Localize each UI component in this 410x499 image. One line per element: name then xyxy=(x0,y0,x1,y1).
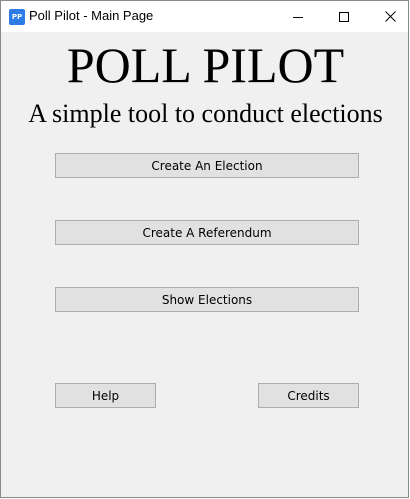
maximize-icon xyxy=(339,11,349,22)
minimize-button[interactable] xyxy=(275,1,321,32)
close-icon xyxy=(384,11,396,22)
window-title: Poll Pilot - Main Page xyxy=(29,8,154,23)
credits-button[interactable]: Credits xyxy=(258,383,359,408)
main-window: PP Poll Pilot - Main Page POLL PILOT A s… xyxy=(0,0,409,498)
show-elections-button[interactable]: Show Elections xyxy=(55,287,359,312)
minimize-icon xyxy=(293,16,303,18)
page-title: POLL PILOT xyxy=(66,37,345,93)
help-button[interactable]: Help xyxy=(55,383,156,408)
create-election-button[interactable]: Create An Election xyxy=(55,153,359,178)
page-subtitle: A simple tool to conduct elections xyxy=(28,99,383,128)
create-referendum-button[interactable]: Create A Referendum xyxy=(55,220,359,245)
close-button[interactable] xyxy=(367,1,408,32)
title-bar[interactable]: PP Poll Pilot - Main Page xyxy=(1,1,408,32)
app-icon: PP xyxy=(9,9,25,25)
maximize-button[interactable] xyxy=(321,1,367,32)
